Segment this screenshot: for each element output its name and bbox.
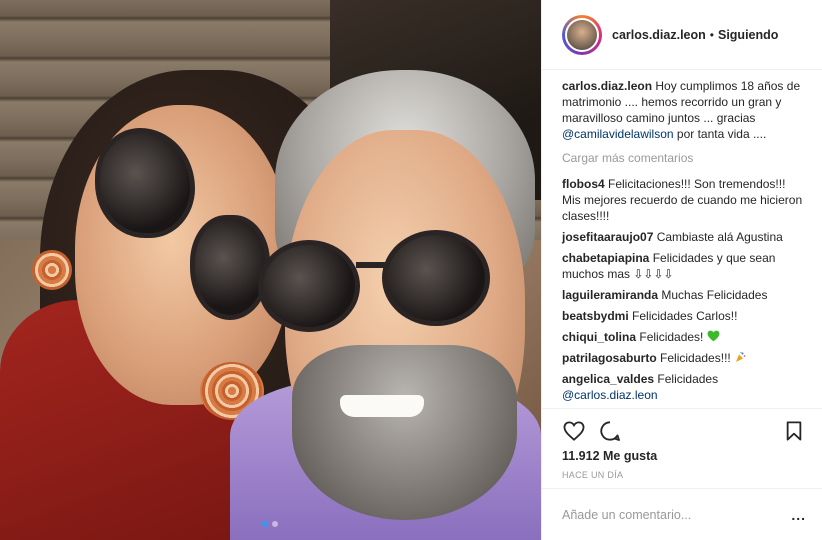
heart-icon[interactable] [562,419,586,443]
comment-mention[interactable]: @carlos.diaz.leon [562,388,658,402]
post-photo[interactable] [0,0,541,540]
post-timestamp[interactable]: HACE UN DÍA [562,470,806,488]
action-bar: 11.912 Me gusta HACE UN DÍA [542,408,822,488]
comment-item: flobos4 Felicitaciones!!! Son tremendos!… [562,176,806,224]
caption: carlos.diaz.leon Hoy cumplimos 18 años d… [562,78,806,142]
load-more-comments-button[interactable]: Cargar más comentarios [562,150,806,166]
separator: • [709,27,714,42]
add-comment-bar: ... [542,488,822,540]
earring [32,250,72,290]
comment-username[interactable]: chiqui_tolina [562,330,636,344]
comment-text: Felicidades Carlos!! [632,309,738,323]
following-button[interactable]: Siguiendo [718,28,778,42]
comment-item: laguileramiranda Muchas Felicidades [562,287,806,303]
sunglasses-lens [258,240,360,332]
comment-username[interactable]: patrilagosaburto [562,351,657,365]
bookmark-icon[interactable] [782,419,806,443]
comment-username[interactable]: laguileramiranda [562,288,658,302]
comment-username[interactable]: flobos4 [562,177,605,191]
comment-text: Felicidades! [639,330,704,344]
comment-username[interactable]: josefitaaraujo07 [562,230,653,244]
header-username[interactable]: carlos.diaz.leon [612,28,706,42]
comment-item: chabetapiapina Felicidades y que sean mu… [562,250,806,282]
avatar[interactable] [562,14,602,55]
comment-username[interactable]: chabetapiapina [562,251,649,265]
carousel-dot[interactable] [262,521,268,527]
comment-item: chiqui_tolina Felicidades! [562,329,806,345]
comment-item: beatsbydmi Felicidades Carlos!! [562,308,806,324]
green-heart-icon [707,330,720,342]
carousel-dot[interactable] [272,521,278,527]
comment-text: Felicidades!!! [660,351,731,365]
comment-text: Felicidades [657,372,719,386]
comment-text: Cambiaste alá Agustina [656,230,783,244]
comment-icon[interactable] [598,419,622,443]
comment-item: patrilagosaburto Felicidades!!! [562,350,806,366]
comment-item: angelica_valdes Felicidades @carlos.diaz… [562,371,806,403]
instagram-post: carlos.diaz.leon • Siguiendo carlos.diaz… [0,0,822,540]
comment-item: josefitaaraujo07 Cambiaste alá Agustina [562,229,806,245]
caption-username[interactable]: carlos.diaz.leon [562,79,652,93]
comment-username[interactable]: angelica_valdes [562,372,654,386]
caption-mention[interactable]: @camilavidelawilson [562,127,674,141]
post-header: carlos.diaz.leon • Siguiendo [542,0,822,70]
carousel-indicator [262,521,278,527]
caption-text-after: por tanta vida .... [676,127,767,141]
more-options-icon[interactable]: ... [791,507,806,523]
comments-list: carlos.diaz.leon Hoy cumplimos 18 años d… [542,70,822,408]
likes-count[interactable]: 11.912 Me gusta [562,449,806,463]
post-sidebar: carlos.diaz.leon • Siguiendo carlos.diaz… [541,0,822,540]
party-popper-icon [736,351,746,362]
comment-username[interactable]: beatsbydmi [562,309,629,323]
comment-text: Muchas Felicidades [661,288,768,302]
comment-input[interactable] [562,507,792,522]
sunglasses-lens [382,230,490,326]
sunglasses-lens [190,215,270,320]
